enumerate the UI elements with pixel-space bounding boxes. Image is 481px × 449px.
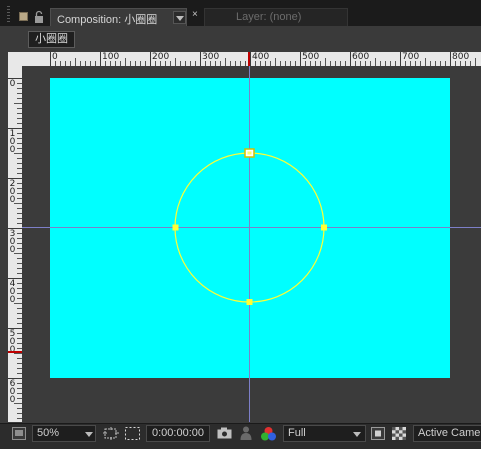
resolution-value: Full bbox=[288, 427, 306, 439]
chevron-down-icon bbox=[85, 432, 93, 437]
person-icon[interactable] bbox=[240, 426, 252, 440]
vertex-handle-bottom[interactable] bbox=[246, 299, 253, 305]
vertex-handle-left[interactable] bbox=[172, 224, 179, 231]
vertex-handle-inner-top bbox=[247, 151, 252, 155]
ellipse-path-overlay bbox=[172, 148, 327, 305]
view-value: Active Camera bbox=[418, 427, 481, 439]
checkerboard-icon[interactable] bbox=[392, 427, 406, 440]
chevron-down-icon bbox=[353, 432, 361, 437]
view-select[interactable]: Active Camera bbox=[413, 425, 481, 442]
current-time: 0:00:00:00 bbox=[152, 427, 204, 439]
camera-icon[interactable] bbox=[217, 427, 232, 439]
rgb-channels-icon[interactable] bbox=[260, 426, 277, 441]
ellipse-path[interactable] bbox=[174, 152, 325, 303]
zoom-value: 50% bbox=[37, 427, 60, 439]
region-toggle-icon[interactable] bbox=[371, 427, 385, 440]
vertex-handle-right[interactable] bbox=[321, 224, 327, 231]
fast-preview-icon[interactable] bbox=[102, 426, 120, 441]
composition-panel: Composition: 小圈圈 × Layer: (none) 小圈圈 0 10… bbox=[0, 0, 481, 449]
monitor-icon[interactable] bbox=[12, 427, 26, 440]
region-of-interest-icon[interactable] bbox=[124, 426, 141, 441]
timecode-field[interactable]: 0:00:00:00 bbox=[146, 425, 210, 442]
